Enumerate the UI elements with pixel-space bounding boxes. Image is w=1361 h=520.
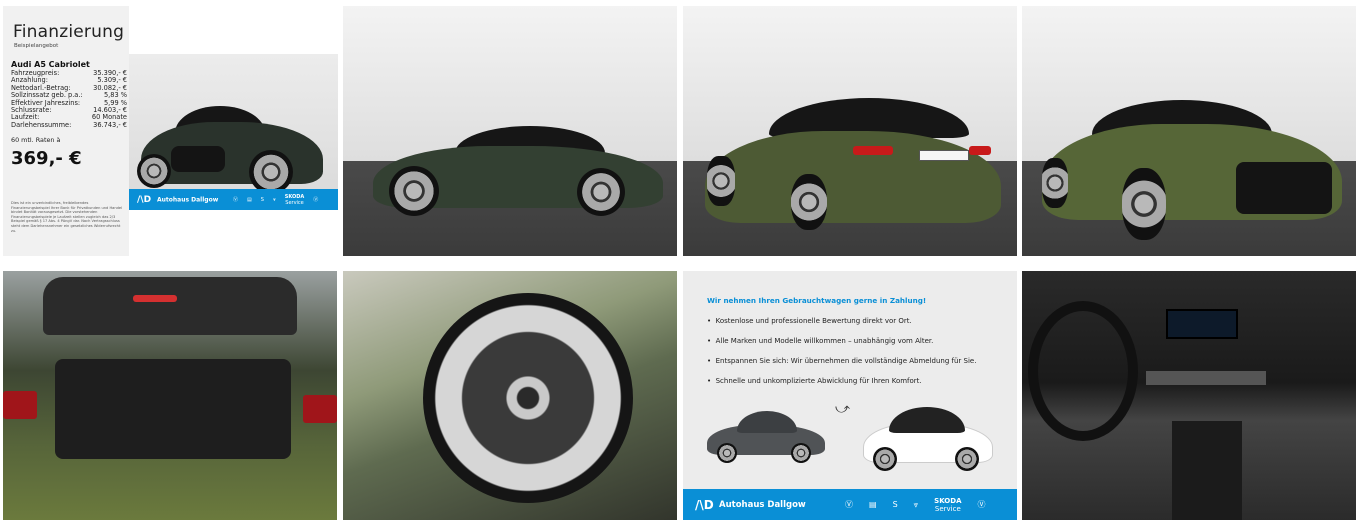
vw-commercial-logo-icon: Ⓥ [313, 197, 319, 203]
trade-in-item: • Kostenlose und professionelle Bewertun… [707, 317, 912, 325]
wheel-closeup-image[interactable] [343, 271, 677, 520]
license-plate [919, 150, 969, 161]
financing-row: Darlehenssumme: 36.743,- € [11, 120, 127, 129]
rate-price: 369,- € [11, 148, 82, 169]
seat-logo-icon: S [260, 196, 264, 203]
vw-logo-icon: Ⓥ [845, 500, 853, 509]
financing-car-image[interactable] [129, 54, 338, 210]
dealer-logo-icon: /\D [695, 497, 714, 512]
rate-label: 60 mtl. Raten à [11, 136, 61, 144]
nutzfahrzeuge-logo-icon: ▤ [869, 500, 877, 509]
trade-in-item: • Alle Marken und Modelle willkommen – u… [707, 337, 934, 345]
financing-card[interactable]: Finanzierung Beispielangebot Audi A5 Cab… [3, 6, 129, 256]
skoda-label: SKODA Service [934, 496, 962, 513]
trunk-image[interactable] [3, 271, 337, 520]
dealer-logo-icon: /\D [137, 194, 152, 205]
rear-view-image[interactable] [683, 6, 1017, 256]
cupra-logo-icon: ⩔ [272, 196, 276, 203]
side-view-image[interactable] [343, 6, 677, 256]
cupra-logo-icon: ⩔ [913, 499, 919, 509]
dealer-banner: /\D Autohaus Dallgow Ⓥ ▤ S ⩔ SKODA Servic… [129, 189, 338, 210]
financing-model: Audi A5 Cabriolet [11, 60, 90, 69]
financing-subtitle: Beispielangebot [14, 43, 59, 49]
brand-logos: Ⓥ ▤ S ⩔ SKODA Service Ⓥ [233, 194, 318, 206]
vw-logo-icon: Ⓥ [233, 197, 239, 203]
dealer-name: Autohaus Dallgow [719, 499, 806, 510]
new-car-illustration [863, 405, 997, 471]
dealer-name: Autohaus Dallgow [157, 196, 219, 203]
trade-in-item: • Schnelle und unkomplizierte Abwicklung… [707, 377, 922, 385]
old-car-illustration [707, 411, 827, 463]
trade-in-headline: Wir nehmen Ihren Gebrauchtwagen gerne in… [707, 296, 927, 305]
nutzfahrzeuge-logo-icon: ▤ [247, 196, 252, 203]
vw-commercial-logo-icon: Ⓥ [977, 500, 986, 509]
financing-title: Finanzierung [13, 22, 125, 42]
front-view-image[interactable] [1022, 6, 1356, 256]
infotainment-screen [1166, 309, 1238, 339]
dealer-banner: /\D Autohaus Dallgow Ⓥ ▤ S ⩔ SKODA Servic… [683, 489, 1017, 520]
trade-in-info[interactable]: Wir nehmen Ihren Gebrauchtwagen gerne in… [683, 271, 1017, 520]
financing-footnote: Dies ist ein unverbindliches, freibleibe… [11, 201, 123, 233]
arrow-icon: ⤻ [835, 401, 850, 417]
financing-rows: Fahrzeugpreis: 35.390,- € Anzahlung: 5.309… [11, 69, 127, 129]
seat-logo-icon: S [892, 500, 898, 509]
trade-in-item: • Entspannen Sie sich: Wir übernehmen di… [707, 357, 977, 365]
skoda-label: SKODA Service [284, 193, 305, 206]
brand-logos: Ⓥ ▤ S ⩔ SKODA Service Ⓥ [845, 497, 986, 513]
interior-image[interactable] [1022, 271, 1356, 520]
steering-wheel [1028, 301, 1138, 441]
